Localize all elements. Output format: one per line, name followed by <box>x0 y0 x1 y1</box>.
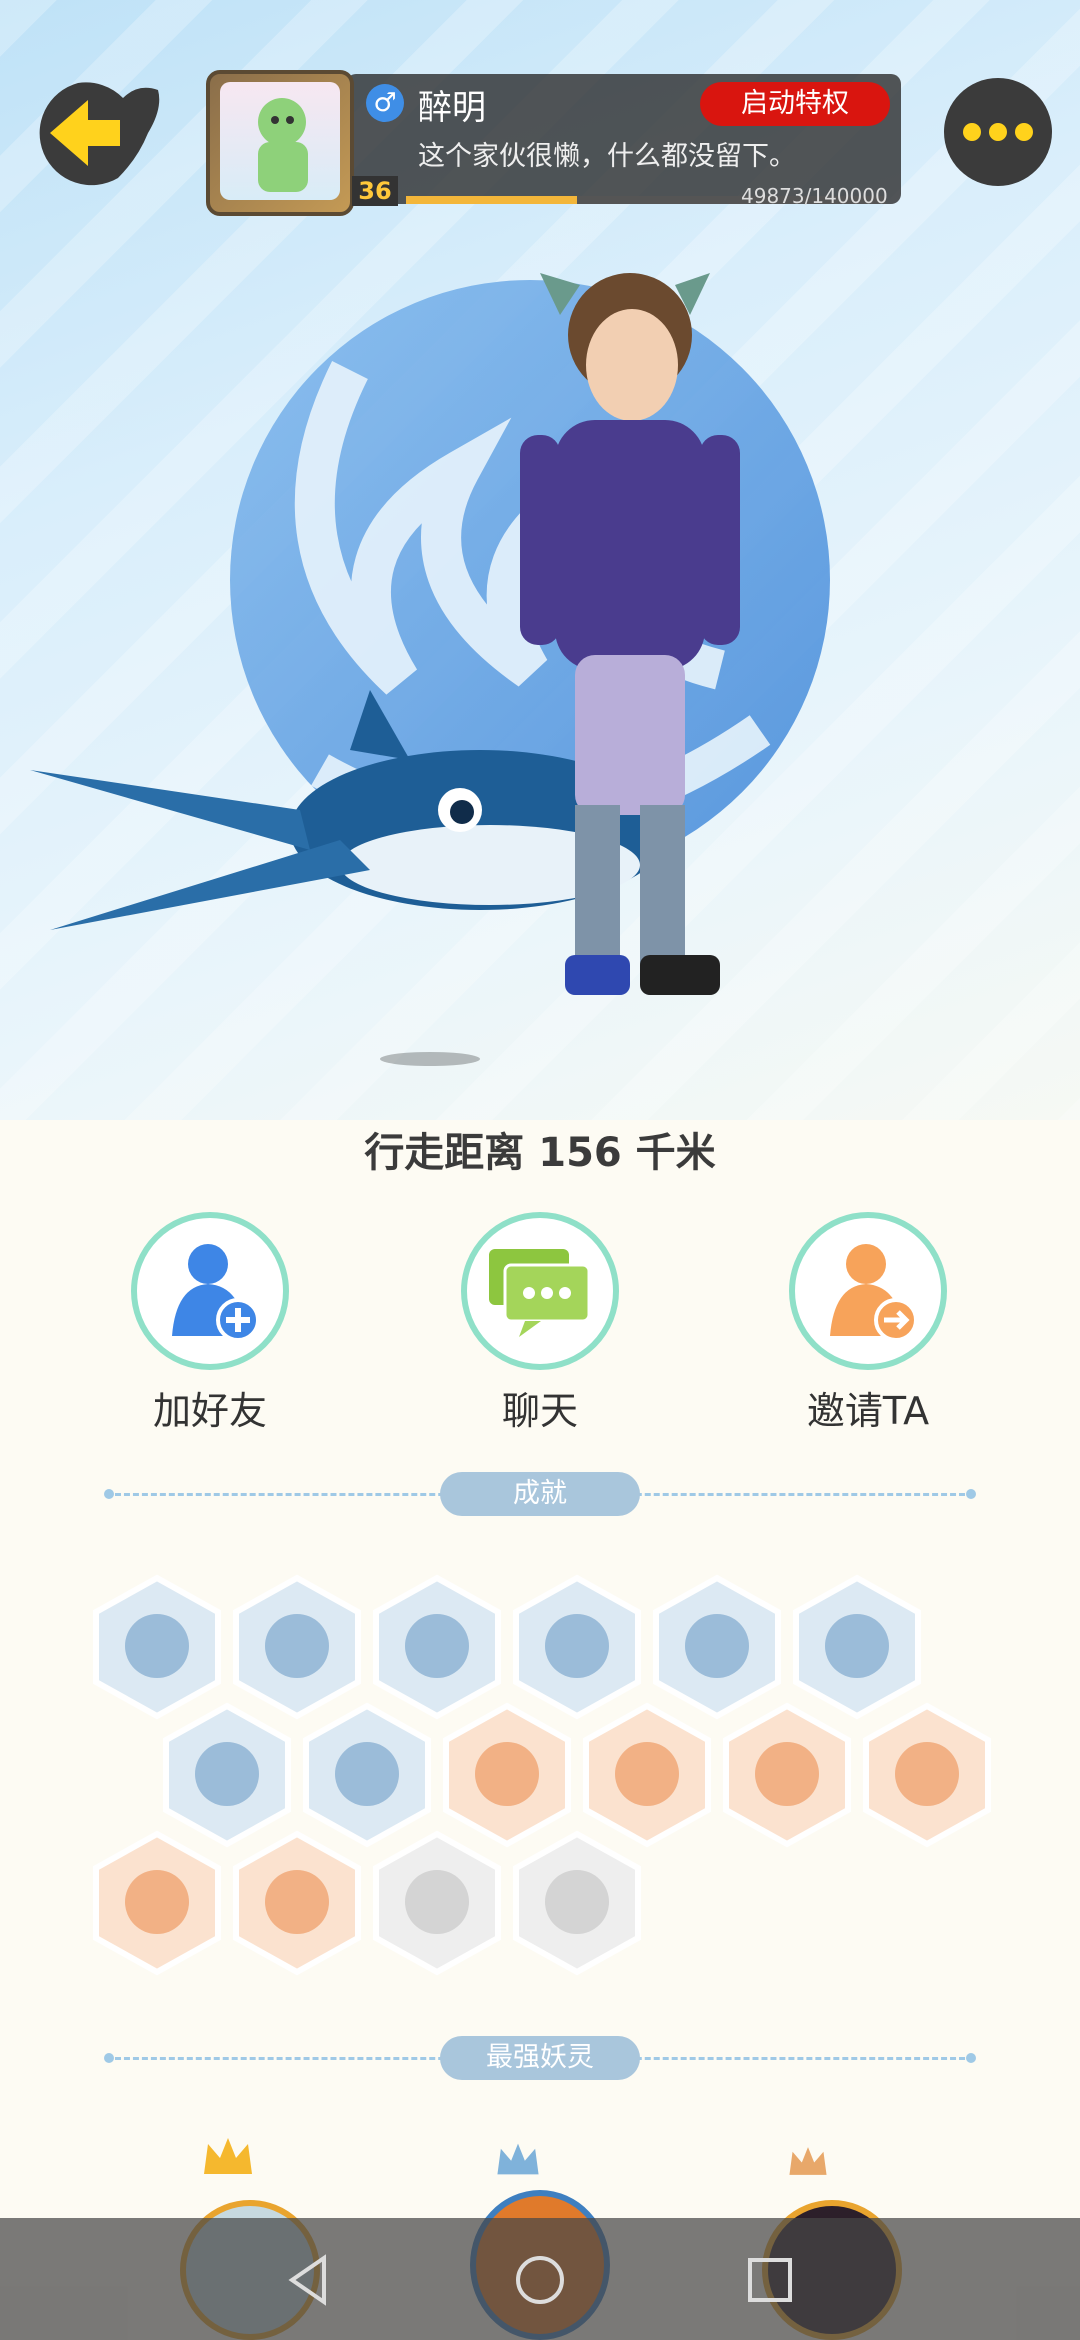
taiji-badge[interactable] <box>302 1702 432 1848</box>
avatar-image <box>220 82 340 200</box>
sneaker-badge[interactable] <box>92 1574 222 1720</box>
xp-bar-fill <box>406 196 577 204</box>
back-button[interactable] <box>28 78 166 188</box>
privilege-button[interactable]: 启动特权 <box>700 82 890 126</box>
signature-text: 这个家伙很懒，什么都没留下。 <box>418 141 796 172</box>
egg-badge[interactable] <box>442 1702 572 1848</box>
ox-badge[interactable] <box>92 1830 222 1976</box>
level-badge: 36 <box>352 176 398 206</box>
gold-crown-icon <box>204 2138 252 2174</box>
invite-icon <box>830 1244 918 1342</box>
nav-recents-icon[interactable] <box>740 2250 800 2310</box>
cat-badge[interactable] <box>372 1574 502 1720</box>
add-friend-label: 加好友 <box>152 1389 267 1433</box>
add-friend-icon <box>172 1244 260 1342</box>
player-character <box>520 273 740 995</box>
chat-icon <box>489 1249 591 1337</box>
yin-yang-swirl-badge[interactable] <box>792 1574 922 1720</box>
fox-badge[interactable] <box>232 1830 362 1976</box>
book-badge[interactable] <box>512 1830 642 1976</box>
shadow <box>380 1052 480 1066</box>
orb-badge[interactable] <box>232 1574 362 1720</box>
crystal-ball-badge[interactable] <box>652 1574 782 1720</box>
walking-distance: 行走距离 156 千米 <box>364 1130 716 1176</box>
bronze-crown-icon <box>789 2147 827 2175</box>
achievements-title: 成就 <box>440 1472 640 1516</box>
gingerbread-badge[interactable] <box>582 1702 712 1848</box>
chat-button[interactable]: 聊天 <box>430 1212 650 1435</box>
add-friend-button[interactable]: 加好友 <box>100 1212 320 1435</box>
scroll-badge[interactable] <box>862 1702 992 1848</box>
player-name: 醉明 <box>418 88 486 128</box>
chat-label: 聊天 <box>501 1389 578 1433</box>
nav-back-icon[interactable] <box>280 2250 340 2310</box>
invite-button[interactable]: 邀请TA <box>758 1212 978 1435</box>
male-icon: ♂ <box>366 84 404 122</box>
dragon-badge[interactable] <box>372 1830 502 1976</box>
cat-spirit-badge[interactable] <box>162 1702 292 1848</box>
moon-badge[interactable] <box>512 1574 642 1720</box>
profile-card: ♂ 醉明 启动特权 这个家伙很懒，什么都没留下。 36 49873/140000 <box>206 70 901 216</box>
strongest-spirits-title: 最强妖灵 <box>440 2036 640 2080</box>
nav-home-icon[interactable] <box>510 2250 570 2310</box>
xp-text: 49873/140000 <box>741 184 888 208</box>
more-button[interactable] <box>944 78 1052 186</box>
stroller-badge[interactable] <box>722 1702 852 1848</box>
invite-label: 邀请TA <box>806 1389 930 1433</box>
more-dots-icon <box>963 123 981 141</box>
avatar[interactable] <box>206 70 354 216</box>
silver-crown-icon <box>497 2143 539 2175</box>
